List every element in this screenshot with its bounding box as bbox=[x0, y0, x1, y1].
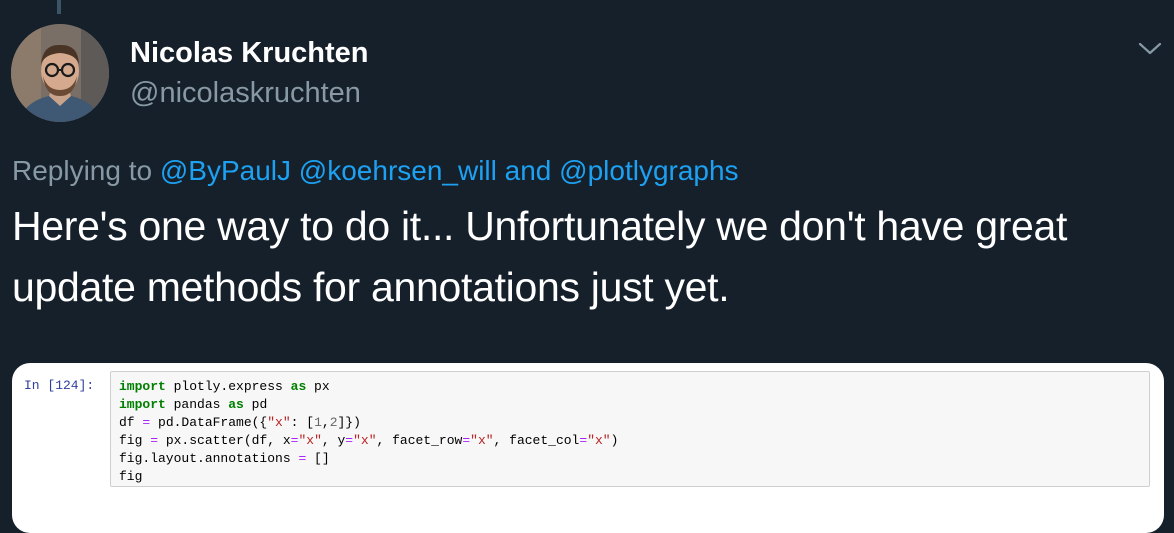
code-line: import plotly.express as px bbox=[119, 379, 330, 394]
reply-context: Replying to @ByPaulJ @koehrsen_will and … bbox=[12, 155, 739, 187]
code-line: fig = px.scatter(df, x="x", y="x", facet… bbox=[119, 433, 619, 448]
author-handle[interactable]: @nicolaskruchten bbox=[130, 77, 361, 110]
chevron-down-icon[interactable] bbox=[1136, 36, 1164, 60]
code-line: import pandas as pd bbox=[119, 397, 268, 412]
tweet-text: Here's one way to do it... Unfortunately… bbox=[12, 196, 1172, 318]
reply-prefix: Replying to bbox=[12, 155, 160, 186]
mention-link[interactable]: @ByPaulJ bbox=[160, 155, 291, 186]
author-name[interactable]: Nicolas Kruchten bbox=[130, 37, 369, 70]
code-line: df = pd.DataFrame({"x": [1,2]}) bbox=[119, 415, 361, 430]
thread-connector-line bbox=[57, 0, 61, 14]
avatar[interactable] bbox=[11, 24, 109, 122]
code-line: fig bbox=[119, 469, 143, 484]
mention-link[interactable]: @plotlygraphs bbox=[559, 155, 738, 186]
avatar-image bbox=[11, 24, 109, 122]
cell-prompt: In [124]: bbox=[24, 378, 95, 393]
code-cell: import plotly.express as px import panda… bbox=[110, 371, 1150, 487]
tweet-text-line: update methods for annotations just yet. bbox=[12, 264, 730, 310]
tweet-text-line: Here's one way to do it... Unfortunately… bbox=[12, 203, 1068, 249]
mention-connector[interactable]: and bbox=[497, 155, 559, 186]
code-line: fig.layout.annotations = [] bbox=[119, 451, 330, 466]
mention-link[interactable]: @koehrsen_will bbox=[299, 155, 497, 186]
